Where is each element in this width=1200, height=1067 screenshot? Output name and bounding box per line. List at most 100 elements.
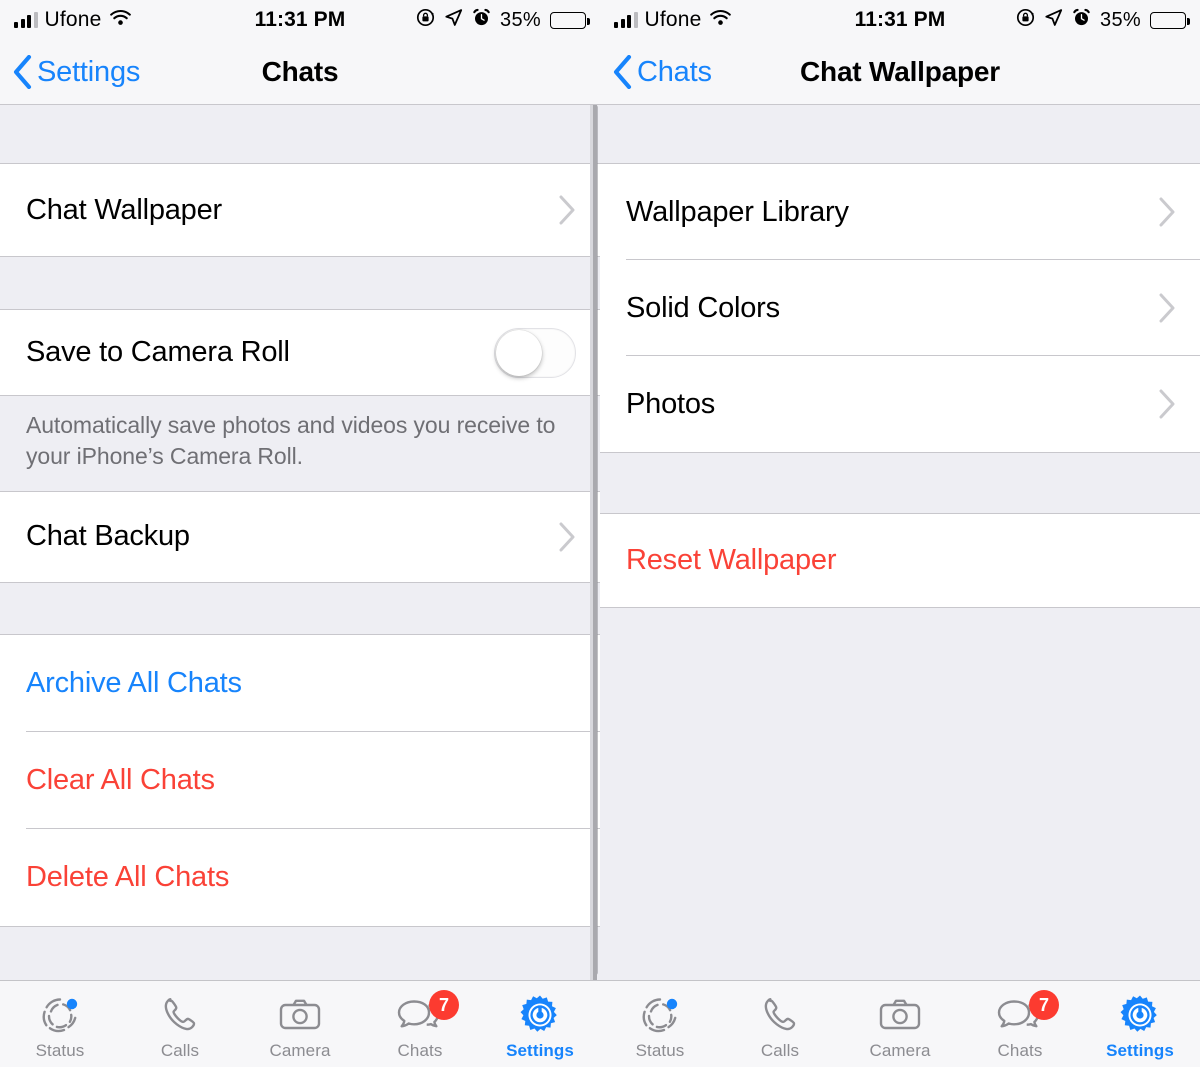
wifi-icon xyxy=(109,8,132,32)
tab-camera[interactable]: Camera xyxy=(840,981,960,1067)
chats-unread-badge: 7 xyxy=(1029,990,1059,1020)
tab-status[interactable]: Status xyxy=(600,981,720,1067)
alarm-clock-icon xyxy=(1072,8,1091,33)
chat-bubbles-icon: 7 xyxy=(395,990,459,1037)
tab-label: Chats xyxy=(997,1041,1043,1060)
status-unread-dot xyxy=(66,998,78,1010)
rotation-lock-icon xyxy=(416,8,435,33)
gear-icon xyxy=(518,993,562,1037)
status-bar-left-group: Ufone xyxy=(614,8,803,32)
rotation-lock-icon xyxy=(1016,8,1035,33)
right-screenshot-panel: Ufone 11:31 PM 35% Chats Chat Wallpaper … xyxy=(600,0,1200,980)
battery-icon xyxy=(1149,11,1190,29)
tab-calls[interactable]: Calls xyxy=(720,981,840,1067)
tab-label: Settings xyxy=(506,1041,574,1060)
chats-unread-badge: 7 xyxy=(429,990,459,1020)
tab-chats[interactable]: 7 Chats xyxy=(360,981,480,1067)
row-label: Archive All Chats xyxy=(26,666,242,699)
section-gap xyxy=(600,105,1200,163)
settings-list-right: Wallpaper Library Solid Colors Photos Re… xyxy=(600,105,1200,980)
status-unread-dot xyxy=(666,998,678,1010)
toggle-knob xyxy=(496,329,542,376)
chevron-left-icon xyxy=(613,55,632,89)
settings-list-left: Chat Wallpaper Save to Camera Roll Autom… xyxy=(0,105,600,980)
phone-icon xyxy=(158,993,202,1037)
carrier-name: Ufone xyxy=(644,8,702,31)
settings-group-backup: Chat Backup xyxy=(0,490,600,583)
wifi-icon xyxy=(709,8,732,32)
tab-bar-left-half: Status Calls Camera 7 Chats Settings xyxy=(0,981,600,1067)
row-label: Delete All Chats xyxy=(26,860,230,893)
nav-bar-right: Chats Chat Wallpaper xyxy=(600,40,1200,105)
tab-camera[interactable]: Camera xyxy=(240,981,360,1067)
chevron-right-icon xyxy=(1159,389,1175,419)
row-label: Photos xyxy=(626,387,716,420)
carrier-name: Ufone xyxy=(44,8,102,31)
row-wallpaper-library[interactable]: Wallpaper Library xyxy=(600,164,1200,260)
status-rings-icon xyxy=(638,993,682,1037)
back-button-chats[interactable]: Chats xyxy=(600,55,712,89)
status-bar-left-group: Ufone xyxy=(14,8,203,32)
back-button-label: Chats xyxy=(637,55,712,88)
row-label: Save to Camera Roll xyxy=(26,336,290,368)
settings-group-wallpaper: Chat Wallpaper xyxy=(0,163,600,257)
chevron-right-icon xyxy=(559,195,575,225)
tab-bar-right-half: Status Calls Camera 7 Chats Settings xyxy=(600,981,1200,1067)
camera-icon xyxy=(877,993,923,1037)
left-screenshot-panel: Ufone 11:31 PM 35% Settings Chats Chat W… xyxy=(0,0,600,980)
tab-label: Status xyxy=(35,1041,85,1060)
row-archive-all-chats[interactable]: Archive All Chats xyxy=(0,634,600,732)
battery-icon xyxy=(549,11,590,29)
row-reset-wallpaper[interactable]: Reset Wallpaper xyxy=(600,514,1200,607)
status-bar-right-group: 35% xyxy=(997,8,1190,33)
row-chat-wallpaper[interactable]: Chat Wallpaper xyxy=(0,164,600,256)
camera-icon xyxy=(277,993,323,1037)
tab-status[interactable]: Status xyxy=(0,981,120,1067)
dual-screenshot-composite: Ufone 11:31 PM 35% Settings Chats Chat W… xyxy=(0,0,1200,1067)
settings-group-reset: Reset Wallpaper xyxy=(600,513,1200,608)
settings-group-chat-actions: Archive All Chats Clear All Chats Delete… xyxy=(0,633,600,927)
tab-label: Calls xyxy=(760,1041,800,1060)
location-arrow-icon xyxy=(1044,8,1063,33)
signal-bars-icon xyxy=(14,12,38,28)
row-clear-all-chats[interactable]: Clear All Chats xyxy=(0,731,600,829)
section-gap xyxy=(0,582,600,634)
section-gap xyxy=(0,105,600,163)
status-rings-icon xyxy=(38,993,82,1037)
row-photos[interactable]: Photos xyxy=(600,356,1200,452)
chevron-left-icon xyxy=(13,55,32,89)
section-gap xyxy=(600,453,1200,513)
tab-chats[interactable]: 7 Chats xyxy=(960,981,1080,1067)
tab-settings[interactable]: Settings xyxy=(1080,981,1200,1067)
row-label: Chat Backup xyxy=(26,520,190,553)
row-label: Wallpaper Library xyxy=(626,195,849,228)
back-button-settings[interactable]: Settings xyxy=(0,55,140,89)
chevron-right-icon xyxy=(559,522,575,552)
settings-group-wallpaper-sources: Wallpaper Library Solid Colors Photos xyxy=(600,163,1200,453)
section-gap xyxy=(0,257,600,309)
row-label: Chat Wallpaper xyxy=(26,193,222,226)
alarm-clock-icon xyxy=(472,8,491,33)
row-chat-backup[interactable]: Chat Backup xyxy=(0,491,600,582)
back-button-label: Settings xyxy=(37,55,141,88)
row-save-to-camera-roll[interactable]: Save to Camera Roll xyxy=(0,310,600,395)
row-label: Solid Colors xyxy=(626,291,780,324)
tab-calls[interactable]: Calls xyxy=(120,981,240,1067)
save-to-camera-roll-toggle[interactable] xyxy=(494,327,576,378)
tab-label: Calls xyxy=(160,1041,200,1060)
row-label: Reset Wallpaper xyxy=(626,544,837,576)
tab-label: Camera xyxy=(269,1041,331,1060)
location-arrow-icon xyxy=(444,8,463,33)
battery-percentage: 35% xyxy=(1100,8,1141,31)
status-bar-left: Ufone 11:31 PM 35% xyxy=(0,0,600,40)
signal-bars-icon xyxy=(614,12,638,28)
panel-divider xyxy=(593,105,597,980)
tab-settings[interactable]: Settings xyxy=(480,981,600,1067)
phone-icon xyxy=(758,993,802,1037)
status-bar-right-group: 35% xyxy=(397,8,590,33)
row-delete-all-chats[interactable]: Delete All Chats xyxy=(0,828,600,926)
tab-bar: Status Calls Camera 7 Chats Settings Sta… xyxy=(0,980,1200,1067)
tab-label: Camera xyxy=(869,1041,931,1060)
row-solid-colors[interactable]: Solid Colors xyxy=(600,260,1200,356)
status-bar-right: Ufone 11:31 PM 35% xyxy=(600,0,1200,40)
